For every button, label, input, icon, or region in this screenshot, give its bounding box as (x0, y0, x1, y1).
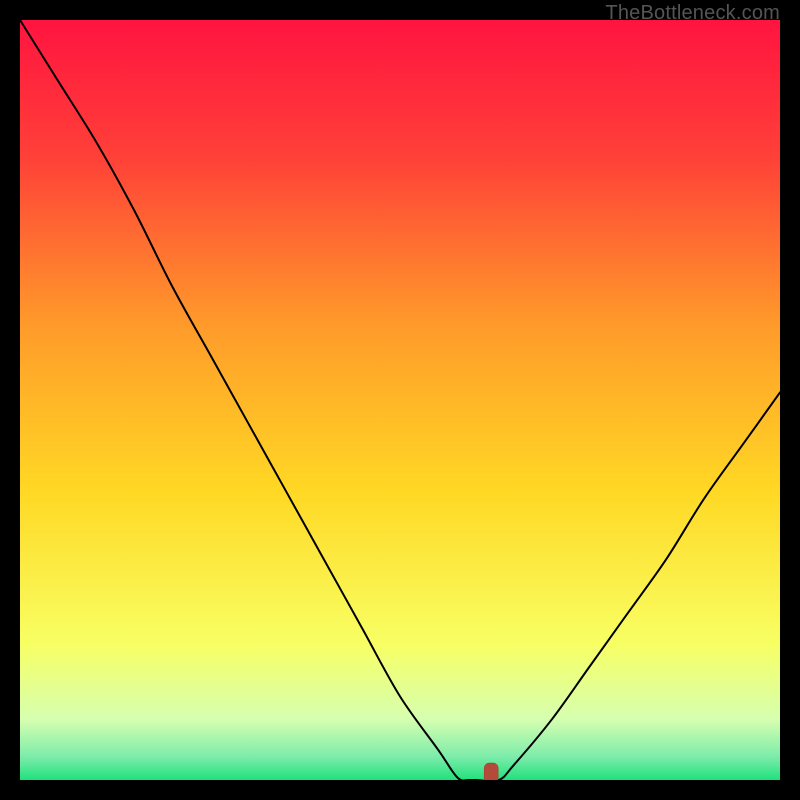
minimum-marker (484, 763, 498, 780)
chart-svg (20, 20, 780, 780)
chart-frame: TheBottleneck.com (0, 0, 800, 800)
gradient-background (20, 20, 780, 780)
watermark-text: TheBottleneck.com (605, 2, 780, 25)
plot-area (20, 20, 780, 780)
